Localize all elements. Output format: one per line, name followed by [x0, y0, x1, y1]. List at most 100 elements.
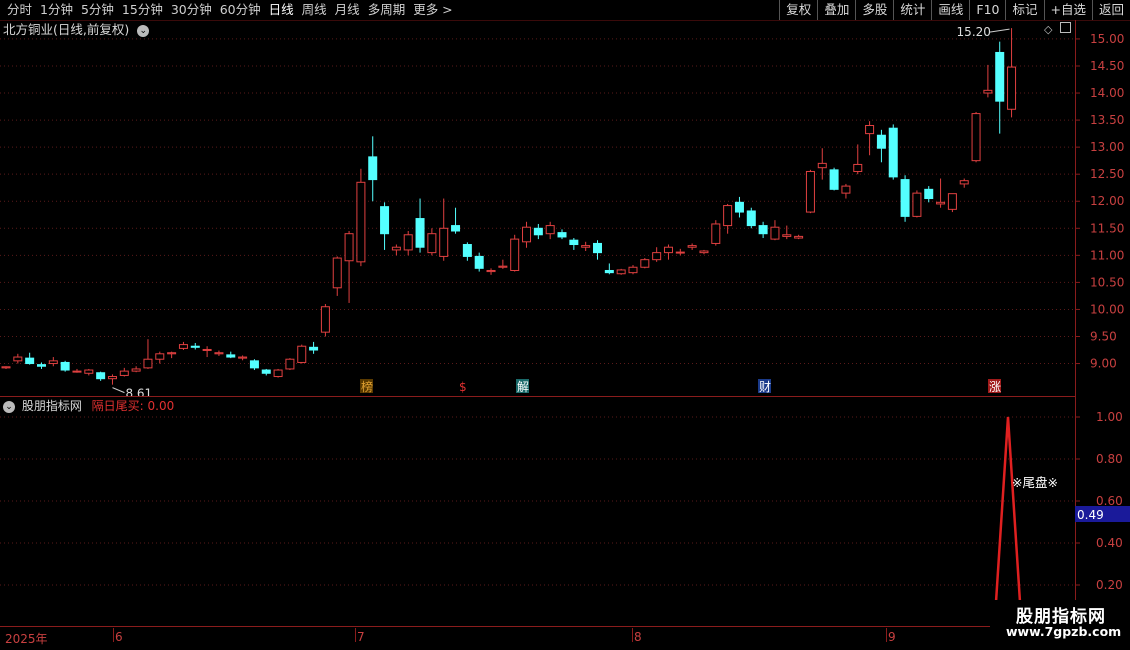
- candle: [545, 221, 555, 240]
- y-tick-label: 0.60: [1096, 494, 1123, 508]
- candle-body: [545, 225, 555, 235]
- high-label: 15.20: [957, 25, 991, 39]
- toolbar-button[interactable]: 统计: [893, 0, 931, 20]
- candle-body: [474, 255, 484, 269]
- period-tab[interactable]: 周线: [299, 0, 332, 20]
- candle-body: [190, 345, 200, 348]
- toolbar-button[interactable]: 叠加: [817, 0, 855, 20]
- candle: [841, 183, 851, 199]
- indicator-chart[interactable]: 1.00 0.80 0.60 0.40 0.20 ※尾盘※ 0.49: [0, 397, 1130, 626]
- candle-body: [332, 257, 342, 289]
- period-tabs: 分时 1分钟 5分钟 15分钟 30分钟 60分钟 日线 周线 月线 多周期 更多 >: [4, 0, 458, 20]
- candle-body: [865, 124, 875, 135]
- candle: [285, 358, 295, 371]
- candle: [143, 339, 153, 369]
- toolbar-button[interactable]: +自选: [1043, 0, 1092, 20]
- y-tick-label: 0.40: [1096, 536, 1123, 550]
- period-tab[interactable]: 日线: [266, 0, 299, 20]
- candle-body: [853, 163, 863, 172]
- candle: [711, 220, 721, 246]
- indicator-line: [994, 416, 1022, 603]
- candle-body: [285, 358, 295, 370]
- candle: [96, 371, 106, 381]
- candle-body: [320, 306, 330, 333]
- candle-body: [734, 201, 744, 213]
- toolbar-button[interactable]: 标记: [1005, 0, 1043, 20]
- toolbar-button[interactable]: 多股: [855, 0, 893, 20]
- candle: [616, 268, 626, 275]
- candle-body: [817, 162, 827, 169]
- candle-body: [143, 358, 153, 369]
- candle-body: [888, 127, 898, 178]
- date-axis-divider: [0, 626, 1130, 627]
- period-tab[interactable]: 更多 >: [410, 0, 457, 20]
- candle-body: [687, 245, 697, 248]
- candle: [273, 368, 283, 378]
- candle: [178, 341, 188, 351]
- toolbar-button[interactable]: 复权: [779, 0, 817, 20]
- candle-body: [155, 353, 165, 360]
- candle-body: [261, 369, 271, 374]
- candle: [876, 129, 886, 163]
- candle: [167, 351, 177, 359]
- candle: [628, 265, 638, 275]
- candle-body: [486, 269, 496, 273]
- candle-body: [309, 346, 319, 351]
- period-tab[interactable]: 多周期: [365, 0, 411, 20]
- candle: [155, 351, 165, 364]
- period-tab[interactable]: 5分钟: [78, 0, 119, 20]
- candle: [332, 256, 342, 296]
- candle: [900, 175, 910, 222]
- candle-body: [841, 185, 851, 194]
- period-tab[interactable]: 30分钟: [168, 0, 217, 20]
- candle: [249, 359, 259, 371]
- period-tab[interactable]: 月线: [332, 0, 365, 20]
- period-tab[interactable]: 1分钟: [37, 0, 78, 20]
- y-tick-label: 0.80: [1096, 452, 1123, 466]
- candle: [675, 248, 685, 256]
- candle-body: [912, 192, 922, 217]
- candle-body: [72, 370, 82, 373]
- candle-body: [593, 242, 602, 254]
- toolbar-button[interactable]: 返回: [1091, 0, 1130, 20]
- candle-body: [96, 372, 106, 380]
- candle-body: [971, 113, 981, 162]
- candle: [782, 225, 792, 240]
- candle: [107, 374, 117, 385]
- period-tab[interactable]: 15分钟: [119, 0, 168, 20]
- candle-body: [569, 239, 579, 246]
- candle: [522, 221, 532, 248]
- candle-body: [876, 134, 886, 149]
- candle: [391, 244, 401, 256]
- candle: [959, 178, 969, 188]
- candle-body: [178, 344, 188, 349]
- candle-body: [510, 238, 520, 271]
- y-tick-label: 12.00: [1090, 194, 1124, 208]
- candle-body: [640, 259, 650, 268]
- toolbar-button[interactable]: F10: [969, 0, 1005, 20]
- candle-body: [557, 232, 567, 238]
- candle: [569, 238, 579, 250]
- candle: [427, 228, 437, 256]
- y-tick-label: 10.50: [1090, 275, 1124, 289]
- candlestick-chart[interactable]: 15.00 14.50 14.00 13.50 13.00 12.50 12.00 11.50…: [0, 20, 1130, 396]
- candle-body: [936, 201, 946, 205]
- candle-body: [167, 352, 177, 355]
- candle: [723, 203, 733, 234]
- candle: [888, 124, 898, 180]
- candle-body: [60, 361, 70, 371]
- candle-body: [924, 188, 934, 200]
- toolbar-button[interactable]: 画线: [931, 0, 969, 20]
- candle: [297, 344, 307, 364]
- candle-body: [439, 227, 449, 257]
- candle: [971, 111, 981, 163]
- candle: [451, 207, 461, 234]
- candle-body: [533, 227, 543, 236]
- period-tab[interactable]: 分时: [4, 0, 37, 20]
- candle: [817, 148, 827, 180]
- candle-body: [652, 252, 662, 261]
- candle: [403, 230, 413, 256]
- candle-body: [249, 360, 259, 369]
- period-tab[interactable]: 60分钟: [217, 0, 266, 20]
- candle: [498, 259, 508, 269]
